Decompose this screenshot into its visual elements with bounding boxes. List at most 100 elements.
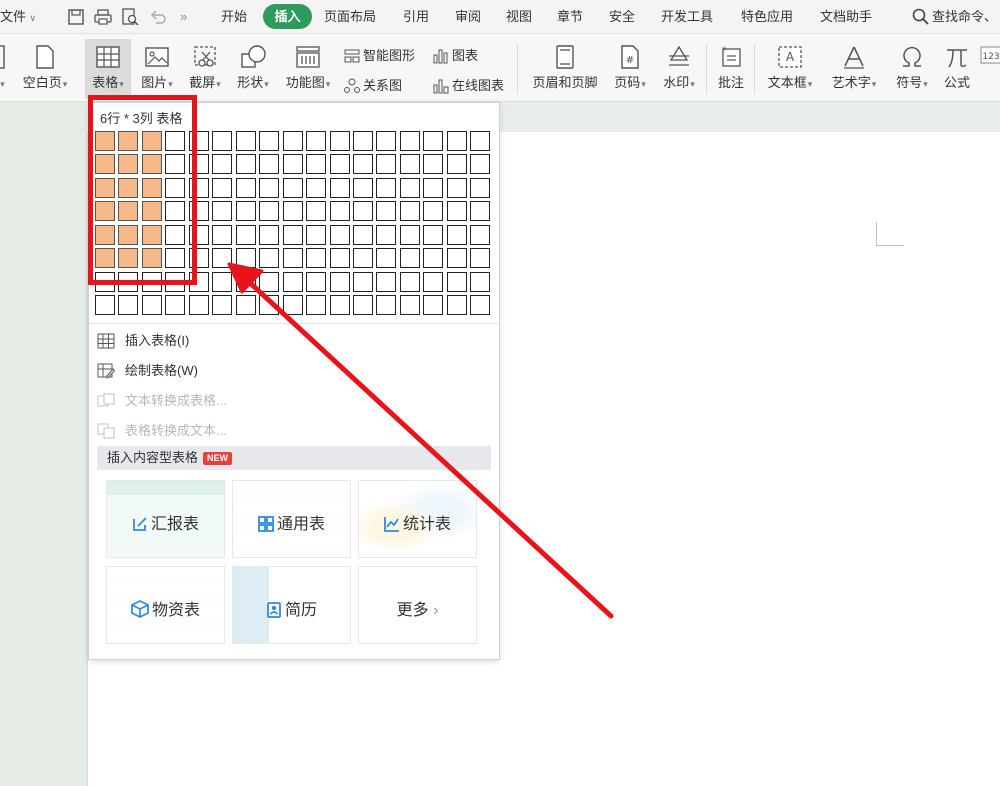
template-materials-table[interactable]: 物资表 xyxy=(106,566,225,644)
grid-cell[interactable] xyxy=(470,178,490,198)
grid-cell[interactable] xyxy=(470,295,490,315)
tab-view[interactable]: 视图 xyxy=(506,7,532,27)
grid-cell[interactable] xyxy=(283,248,303,268)
grid-cell[interactable] xyxy=(400,178,420,198)
grid-cell[interactable] xyxy=(212,201,232,221)
tab-special[interactable]: 特色应用 xyxy=(741,7,793,27)
grid-cell[interactable] xyxy=(376,248,396,268)
text-to-table-item[interactable]: 文本转换成表格... xyxy=(97,390,227,412)
undo-icon[interactable] xyxy=(148,7,168,27)
grid-cell[interactable] xyxy=(470,201,490,221)
grid-cell[interactable] xyxy=(95,295,115,315)
shape-button[interactable]: 形状▾ xyxy=(231,44,275,91)
grid-cell[interactable] xyxy=(283,225,303,245)
header-footer-button[interactable]: 页眉和页脚 xyxy=(528,44,602,91)
word-art-button[interactable]: 艺术字▾ xyxy=(825,44,883,91)
grid-cell[interactable] xyxy=(376,154,396,174)
tab-insert[interactable]: 插入 xyxy=(263,4,312,29)
tab-doc-assistant[interactable]: 文档助手 xyxy=(820,7,872,27)
grid-cell[interactable] xyxy=(306,201,326,221)
page-number-button[interactable]: # 页码▾ xyxy=(608,44,652,91)
grid-cell[interactable] xyxy=(447,154,467,174)
grid-cell[interactable] xyxy=(142,295,162,315)
grid-cell[interactable] xyxy=(400,154,420,174)
grid-cell[interactable] xyxy=(212,248,232,268)
grid-cell[interactable] xyxy=(259,131,279,151)
grid-cell[interactable] xyxy=(423,272,443,292)
grid-cell[interactable] xyxy=(236,178,256,198)
print-preview-icon[interactable] xyxy=(120,7,140,27)
grid-cell[interactable] xyxy=(330,201,350,221)
grid-cell[interactable] xyxy=(306,225,326,245)
smart-art-button[interactable]: 智能图形 xyxy=(344,47,415,65)
grid-cell[interactable] xyxy=(212,154,232,174)
watermark-button[interactable]: 水印▾ xyxy=(656,44,702,91)
grid-cell[interactable] xyxy=(283,201,303,221)
grid-cell[interactable] xyxy=(306,272,326,292)
grid-cell[interactable] xyxy=(400,201,420,221)
grid-cell[interactable] xyxy=(259,178,279,198)
grid-cell[interactable] xyxy=(376,225,396,245)
grid-cell[interactable] xyxy=(447,201,467,221)
grid-cell[interactable] xyxy=(470,225,490,245)
grid-cell[interactable] xyxy=(470,131,490,151)
table-button[interactable]: 表格▾ xyxy=(85,44,131,91)
grid-cell[interactable] xyxy=(376,295,396,315)
grid-cell[interactable] xyxy=(189,295,209,315)
grid-cell[interactable] xyxy=(423,225,443,245)
grid-cell[interactable] xyxy=(236,154,256,174)
grid-cell[interactable] xyxy=(259,201,279,221)
grid-cell[interactable] xyxy=(330,154,350,174)
symbol-button[interactable]: 符号▾ xyxy=(890,44,934,91)
grid-cell[interactable] xyxy=(447,178,467,198)
grid-cell[interactable] xyxy=(306,178,326,198)
grid-cell[interactable] xyxy=(306,154,326,174)
grid-cell[interactable] xyxy=(212,178,232,198)
template-report-table[interactable]: 汇报表 xyxy=(106,480,225,558)
tab-page-layout[interactable]: 页面布局 xyxy=(324,7,376,27)
print-icon[interactable] xyxy=(93,7,113,27)
grid-cell[interactable] xyxy=(212,272,232,292)
draw-table-item[interactable]: 绘制表格(W) xyxy=(97,360,198,382)
grid-cell[interactable] xyxy=(353,248,373,268)
chart-button[interactable]: 图表 xyxy=(433,47,478,65)
grid-cell[interactable] xyxy=(259,225,279,245)
grid-cell[interactable] xyxy=(330,131,350,151)
grid-cell[interactable] xyxy=(306,295,326,315)
insert-table-item[interactable]: 插入表格(I) xyxy=(97,330,189,352)
more-icon[interactable]: » xyxy=(180,7,187,27)
grid-cell[interactable] xyxy=(236,131,256,151)
grid-cell[interactable] xyxy=(400,295,420,315)
grid-cell[interactable] xyxy=(423,295,443,315)
grid-cell[interactable] xyxy=(376,201,396,221)
grid-cell[interactable] xyxy=(330,295,350,315)
grid-cell[interactable] xyxy=(423,201,443,221)
grid-cell[interactable] xyxy=(283,295,303,315)
tab-review[interactable]: 审阅 xyxy=(455,7,481,27)
formula-button[interactable]: 公式 xyxy=(938,44,976,91)
grid-cell[interactable] xyxy=(236,295,256,315)
grid-cell[interactable] xyxy=(353,225,373,245)
grid-cell[interactable] xyxy=(353,295,373,315)
search-command-input[interactable]: 查找命令、 xyxy=(932,7,997,27)
screenshot-button[interactable]: 截屏▾ xyxy=(183,44,227,91)
grid-cell[interactable] xyxy=(400,225,420,245)
grid-cell[interactable] xyxy=(447,272,467,292)
comment-button[interactable]: * 批注 xyxy=(712,44,750,91)
tab-security[interactable]: 安全 xyxy=(609,7,635,27)
grid-cell[interactable] xyxy=(353,201,373,221)
grid-cell[interactable] xyxy=(259,295,279,315)
grid-cell[interactable] xyxy=(212,131,232,151)
grid-cell[interactable] xyxy=(306,131,326,151)
grid-cell[interactable] xyxy=(283,178,303,198)
grid-cell[interactable] xyxy=(283,272,303,292)
grid-cell[interactable] xyxy=(376,131,396,151)
grid-cell[interactable] xyxy=(400,272,420,292)
grid-cell[interactable] xyxy=(306,248,326,268)
grid-cell[interactable] xyxy=(330,272,350,292)
grid-cell[interactable] xyxy=(353,131,373,151)
grid-cell[interactable] xyxy=(236,225,256,245)
grid-cell[interactable] xyxy=(400,248,420,268)
grid-cell[interactable] xyxy=(353,178,373,198)
number-format-button[interactable]: 123 xyxy=(980,46,1000,67)
